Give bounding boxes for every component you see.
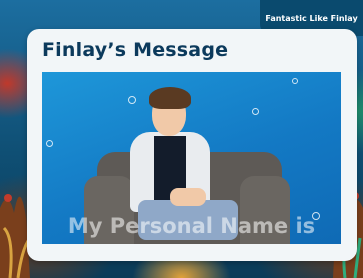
video-player[interactable]: My Personal Name is	[42, 72, 341, 244]
boy-hair	[149, 87, 191, 109]
bubble-icon	[252, 108, 259, 115]
bubble-icon	[292, 78, 298, 84]
boy-hands	[170, 188, 206, 206]
bubble-icon	[128, 96, 136, 104]
page-title: Finlay’s Message	[42, 39, 229, 61]
series-banner-label: Fantastic Like Finlay	[265, 13, 358, 23]
message-card: Finlay’s Message My Personal Name is	[27, 29, 357, 261]
bubble-icon	[46, 140, 53, 147]
video-caption: My Personal Name is	[67, 214, 316, 238]
